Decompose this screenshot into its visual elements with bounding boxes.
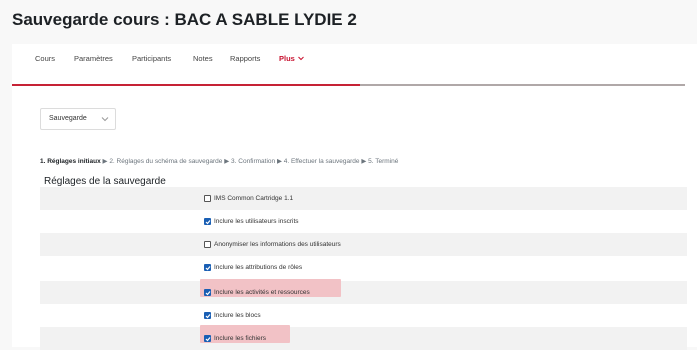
checkbox-checked[interactable] xyxy=(204,264,211,271)
secondary-navigation: Cours Paramètres Participants Notes Rapp… xyxy=(12,45,697,85)
step-item: 3. Confirmation xyxy=(231,158,276,165)
option-label: Inclure les utilisateurs inscrits xyxy=(214,218,299,225)
step-separator: ▶ xyxy=(224,158,230,165)
checkbox-checked[interactable] xyxy=(204,289,211,296)
option-item[interactable]: IMS Common Cartridge 1.1 xyxy=(204,187,293,210)
checkbox-checked[interactable] xyxy=(204,218,211,225)
tab-plus-label: Plus xyxy=(279,54,295,63)
option-item[interactable]: Inclure les blocs xyxy=(204,304,261,327)
section-heading: Réglages de la sauvegarde xyxy=(44,176,166,187)
option-item[interactable]: Inclure les utilisateurs inscrits xyxy=(204,210,299,233)
tab-notes[interactable]: Notes xyxy=(193,54,213,63)
option-row: Inclure les activités et ressources xyxy=(40,279,687,304)
option-label: IMS Common Cartridge 1.1 xyxy=(214,195,294,202)
step-item: 5. Terminé xyxy=(368,158,399,165)
option-row: Inclure les attributions de rôles xyxy=(40,256,687,279)
step-item: 2. Réglages du schéma de sauvegarde xyxy=(109,158,223,165)
option-item[interactable]: Inclure les activités et ressources xyxy=(204,281,310,304)
checkbox-checked[interactable] xyxy=(204,312,211,319)
option-label: Inclure les activités et ressources xyxy=(214,289,310,296)
option-item[interactable]: Inclure les attributions de rôles xyxy=(204,256,302,279)
option-label: Inclure les fichiers xyxy=(214,335,267,342)
tab-rapports[interactable]: Rapports xyxy=(230,54,260,63)
option-item[interactable]: Anonymiser les informations des utilisat… xyxy=(204,233,341,256)
option-label: Anonymiser les informations des utilisat… xyxy=(214,241,341,248)
option-label: Inclure les attributions de rôles xyxy=(214,264,303,271)
chevron-down-icon xyxy=(298,56,304,61)
action-select[interactable]: Sauvegarde xyxy=(40,108,116,130)
step-separator: ▶ xyxy=(102,158,108,165)
step-separator: ▶ xyxy=(276,158,282,165)
checkbox-checked[interactable] xyxy=(204,335,211,342)
tabs-underline-active xyxy=(12,84,360,86)
tab-parametres[interactable]: Paramètres xyxy=(74,54,113,63)
checkbox-unchecked[interactable] xyxy=(204,241,211,248)
option-row: Inclure les utilisateurs inscrits xyxy=(40,210,687,233)
page-title: Sauvegarde cours : BAC A SABLE LYDIE 2 xyxy=(12,10,357,29)
step-current: 1. Réglages initiaux xyxy=(40,158,101,165)
option-row: Anonymiser les informations des utilisat… xyxy=(40,233,687,256)
action-select-value: Sauvegarde xyxy=(49,115,87,122)
tab-cours[interactable]: Cours xyxy=(35,54,55,63)
chevron-down-icon xyxy=(101,117,109,122)
option-label: Inclure les blocs xyxy=(214,312,261,319)
tabs-underline xyxy=(360,84,685,86)
step-item: 4. Effectuer la sauvegarde xyxy=(283,158,360,165)
step-separator: ▶ xyxy=(361,158,367,165)
backup-steps: 1. Réglages initiaux ▶ 2. Réglages du sc… xyxy=(40,157,398,165)
option-row: IMS Common Cartridge 1.1 xyxy=(40,187,687,210)
option-row: Inclure les blocs xyxy=(40,304,687,327)
tab-participants[interactable]: Participants xyxy=(132,54,171,63)
checkbox-unchecked[interactable] xyxy=(204,195,211,202)
tab-plus[interactable]: Plus xyxy=(279,54,304,63)
